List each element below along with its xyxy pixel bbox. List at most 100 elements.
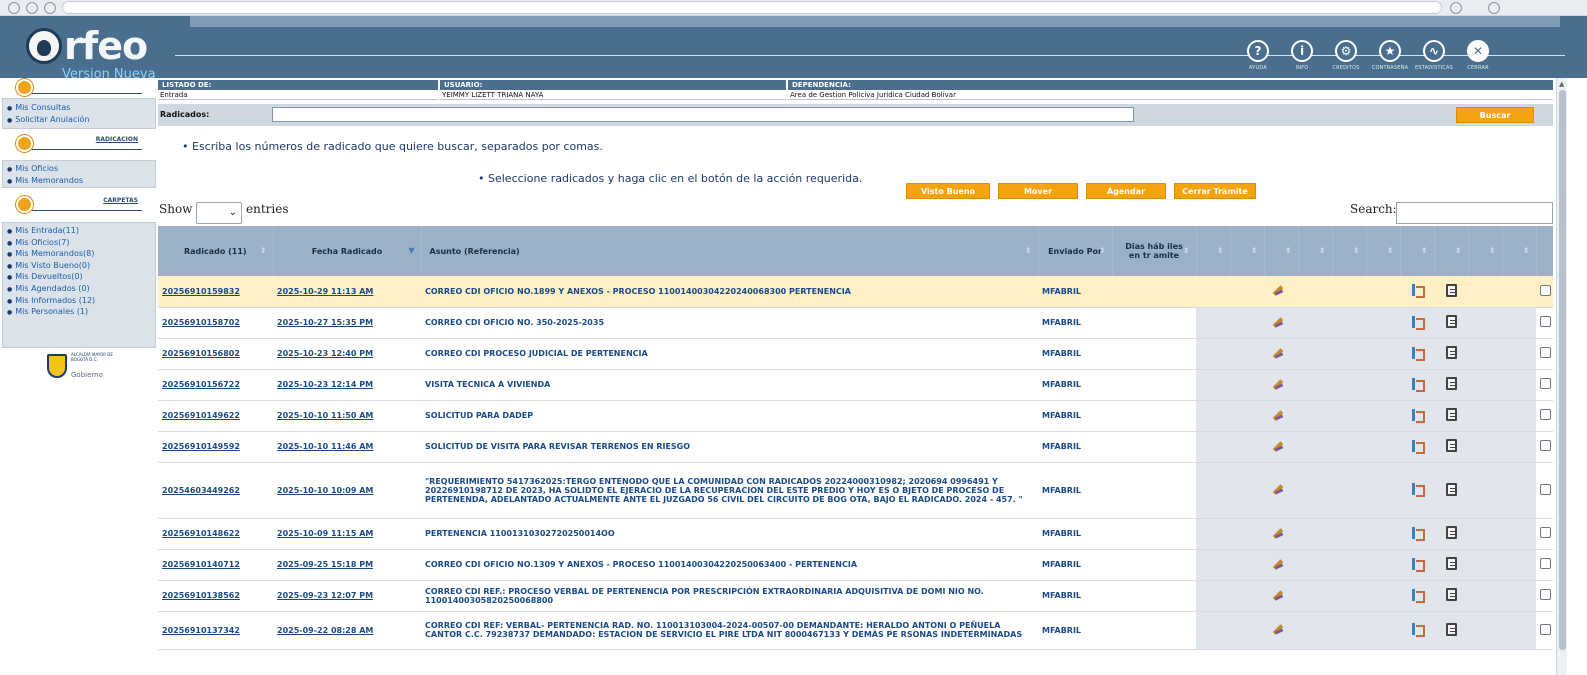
edit-pen-icon[interactable]	[1274, 483, 1288, 495]
radicacion-toggle-icon[interactable]	[16, 135, 33, 152]
forward-icon[interactable]	[26, 2, 38, 14]
workflow-icon[interactable]	[1410, 526, 1425, 541]
workflow-icon[interactable]	[1410, 588, 1425, 603]
edit-pen-icon[interactable]	[1274, 558, 1288, 570]
scrollbar-thumb[interactable]	[1559, 90, 1566, 650]
clipboard-icon[interactable]	[1445, 526, 1457, 539]
clipboard-icon[interactable]	[1445, 377, 1457, 390]
table-row[interactable]: 20256910156722 2025-10-23 12:14 PM VISITA …	[158, 369, 1553, 401]
radicado-link[interactable]: 20254603449262	[158, 462, 273, 519]
workflow-icon[interactable]	[1410, 439, 1425, 454]
radicados-input[interactable]	[272, 107, 1134, 122]
nav-cerrar[interactable]: ✕ CERRAR	[1456, 40, 1500, 76]
sidebar-carpeta-item[interactable]: ● Mis Visto Bueno(0)	[3, 260, 155, 272]
sidebar-consultas-item[interactable]: ● Solicitar Anulación	[3, 114, 155, 126]
radicado-link[interactable]: 20256910158702	[158, 307, 273, 339]
radicado-link[interactable]: 20256910138562	[158, 580, 273, 612]
clipboard-icon[interactable]	[1445, 557, 1457, 570]
table-row[interactable]: 20256910137342 2025-09-22 08:28 AM CORREO …	[158, 611, 1553, 650]
edit-pen-icon[interactable]	[1274, 284, 1288, 296]
scroll-up-icon[interactable]: ▲	[1559, 80, 1564, 88]
clipboard-icon[interactable]	[1445, 622, 1457, 636]
col-extra-1[interactable]: ⬍	[1196, 226, 1231, 276]
sidebar-carpeta-item[interactable]: ● Mis Agendados (0)	[3, 283, 155, 295]
workflow-icon[interactable]	[1410, 284, 1425, 299]
col-fecha[interactable]: Fecha Radicado ▼	[273, 226, 422, 276]
radicado-link[interactable]: 20256910137342	[158, 611, 273, 650]
fecha-link[interactable]: 2025-10-09 11:15 AM	[273, 518, 421, 550]
col-extra-2[interactable]: ⬍	[1230, 226, 1265, 276]
workflow-icon[interactable]	[1410, 315, 1425, 330]
sidebar-carpeta-item[interactable]: ● Mis Devueltos(0)	[3, 271, 155, 283]
clipboard-icon[interactable]	[1445, 482, 1457, 496]
sidebar-carpeta-item[interactable]: ● Mis Memorandos(8)	[3, 248, 155, 260]
nav-contrase-a[interactable]: ★ CONTRASEÑA	[1368, 40, 1412, 76]
table-row[interactable]: 20256910156802 2025-10-23 12:40 PM CORREO …	[158, 338, 1553, 370]
entries-select[interactable]: ⌄	[196, 202, 242, 224]
col-dias[interactable]: Dias háb iles en tr amite ⬍	[1112, 226, 1197, 276]
table-row[interactable]: 20254603449262 2025-10-10 10:09 AM "REQUER…	[158, 462, 1553, 519]
fecha-link[interactable]: 2025-10-27 15:35 PM	[273, 307, 421, 339]
col-extra-7[interactable]: ⬍	[1400, 226, 1435, 276]
agendar-button[interactable]: Agendar	[1086, 183, 1166, 199]
row-checkbox[interactable]	[1540, 623, 1551, 635]
sidebar-carpeta-item[interactable]: ● Mis Oficios(7)	[3, 237, 155, 249]
reload-icon[interactable]	[44, 2, 56, 14]
section-toggle-icon[interactable]	[16, 79, 33, 96]
radicado-link[interactable]: 20256910149622	[158, 400, 273, 432]
edit-pen-icon[interactable]	[1274, 623, 1288, 635]
row-checkbox[interactable]	[1540, 558, 1551, 569]
radicado-link[interactable]: 20256910148622	[158, 518, 273, 550]
sidebar-carpeta-item[interactable]: ● Mis Entrada(11)	[3, 225, 155, 237]
edit-pen-icon[interactable]	[1274, 589, 1288, 601]
table-row[interactable]: 20256910149592 2025-10-10 11:46 AM SOLICIT…	[158, 431, 1553, 463]
fecha-link[interactable]: 2025-10-10 11:46 AM	[273, 431, 421, 463]
table-search-input[interactable]	[1396, 202, 1553, 224]
fecha-link[interactable]: 2025-09-23 12:07 PM	[273, 580, 421, 612]
sidebar-radicacion-item[interactable]: ● Mis Oficios	[3, 163, 155, 175]
clipboard-icon[interactable]	[1445, 283, 1457, 297]
nav-creditos[interactable]: ⚙ CREDITOS	[1324, 40, 1368, 76]
col-extra-9[interactable]: ⬍	[1468, 226, 1503, 276]
col-asunto[interactable]: Asunto (Referencia) ⬍	[421, 226, 1039, 276]
row-checkbox[interactable]	[1540, 347, 1551, 358]
radicacion-title[interactable]: RADICACION	[96, 136, 138, 143]
fecha-link[interactable]: 2025-10-23 12:14 PM	[273, 369, 421, 401]
col-extra-10[interactable]: ⬍	[1502, 226, 1537, 276]
row-checkbox[interactable]	[1540, 378, 1551, 389]
table-row[interactable]: 20256910140712 2025-09-25 15:18 PM CORREO …	[158, 549, 1553, 581]
edit-pen-icon[interactable]	[1274, 440, 1288, 452]
workflow-icon[interactable]	[1410, 623, 1425, 637]
col-extra-6[interactable]: ⬍	[1366, 226, 1401, 276]
profile-icon[interactable]	[1488, 2, 1500, 14]
col-radicado[interactable]: Radicado (11) ⬍	[158, 226, 274, 276]
fecha-link[interactable]: 2025-09-22 08:28 AM	[273, 611, 421, 650]
workflow-icon[interactable]	[1410, 346, 1425, 361]
edit-pen-icon[interactable]	[1274, 347, 1288, 359]
edit-pen-icon[interactable]	[1274, 527, 1288, 539]
col-extra-3[interactable]: ⬍	[1264, 226, 1299, 276]
row-checkbox[interactable]	[1540, 409, 1551, 420]
carpetas-title[interactable]: CARPETAS	[103, 197, 138, 204]
row-checkbox[interactable]	[1540, 527, 1551, 538]
workflow-icon[interactable]	[1410, 483, 1425, 497]
row-checkbox[interactable]	[1540, 316, 1551, 327]
back-icon[interactable]	[8, 2, 20, 14]
col-extra-8[interactable]: ⬍	[1434, 226, 1469, 276]
nav-estadisticas[interactable]: ∿ ESTADISTICAS	[1412, 40, 1456, 76]
row-checkbox[interactable]	[1540, 589, 1551, 600]
col-enviado[interactable]: Enviado Por ⬍	[1038, 226, 1113, 276]
radicado-link[interactable]: 20256910149592	[158, 431, 273, 463]
sidebar-radicacion-item[interactable]: ● Mis Memorandos	[3, 175, 155, 187]
clipboard-icon[interactable]	[1445, 408, 1457, 421]
clipboard-icon[interactable]	[1445, 346, 1457, 359]
clipboard-icon[interactable]	[1445, 588, 1457, 601]
visto-bueno-button[interactable]: Visto Bueno	[906, 183, 990, 199]
col-extra-4[interactable]: ⬍	[1298, 226, 1333, 276]
table-row[interactable]: 20256910148622 2025-10-09 11:15 AM PERTENE…	[158, 518, 1553, 550]
radicado-link[interactable]: 20256910156722	[158, 369, 273, 401]
workflow-icon[interactable]	[1410, 377, 1425, 392]
sidebar-carpeta-item[interactable]: ● Mis Personales (1)	[3, 306, 155, 318]
sidebar-carpeta-item[interactable]: ● Mis Informados (12)	[3, 295, 155, 307]
edit-pen-icon[interactable]	[1274, 378, 1288, 390]
